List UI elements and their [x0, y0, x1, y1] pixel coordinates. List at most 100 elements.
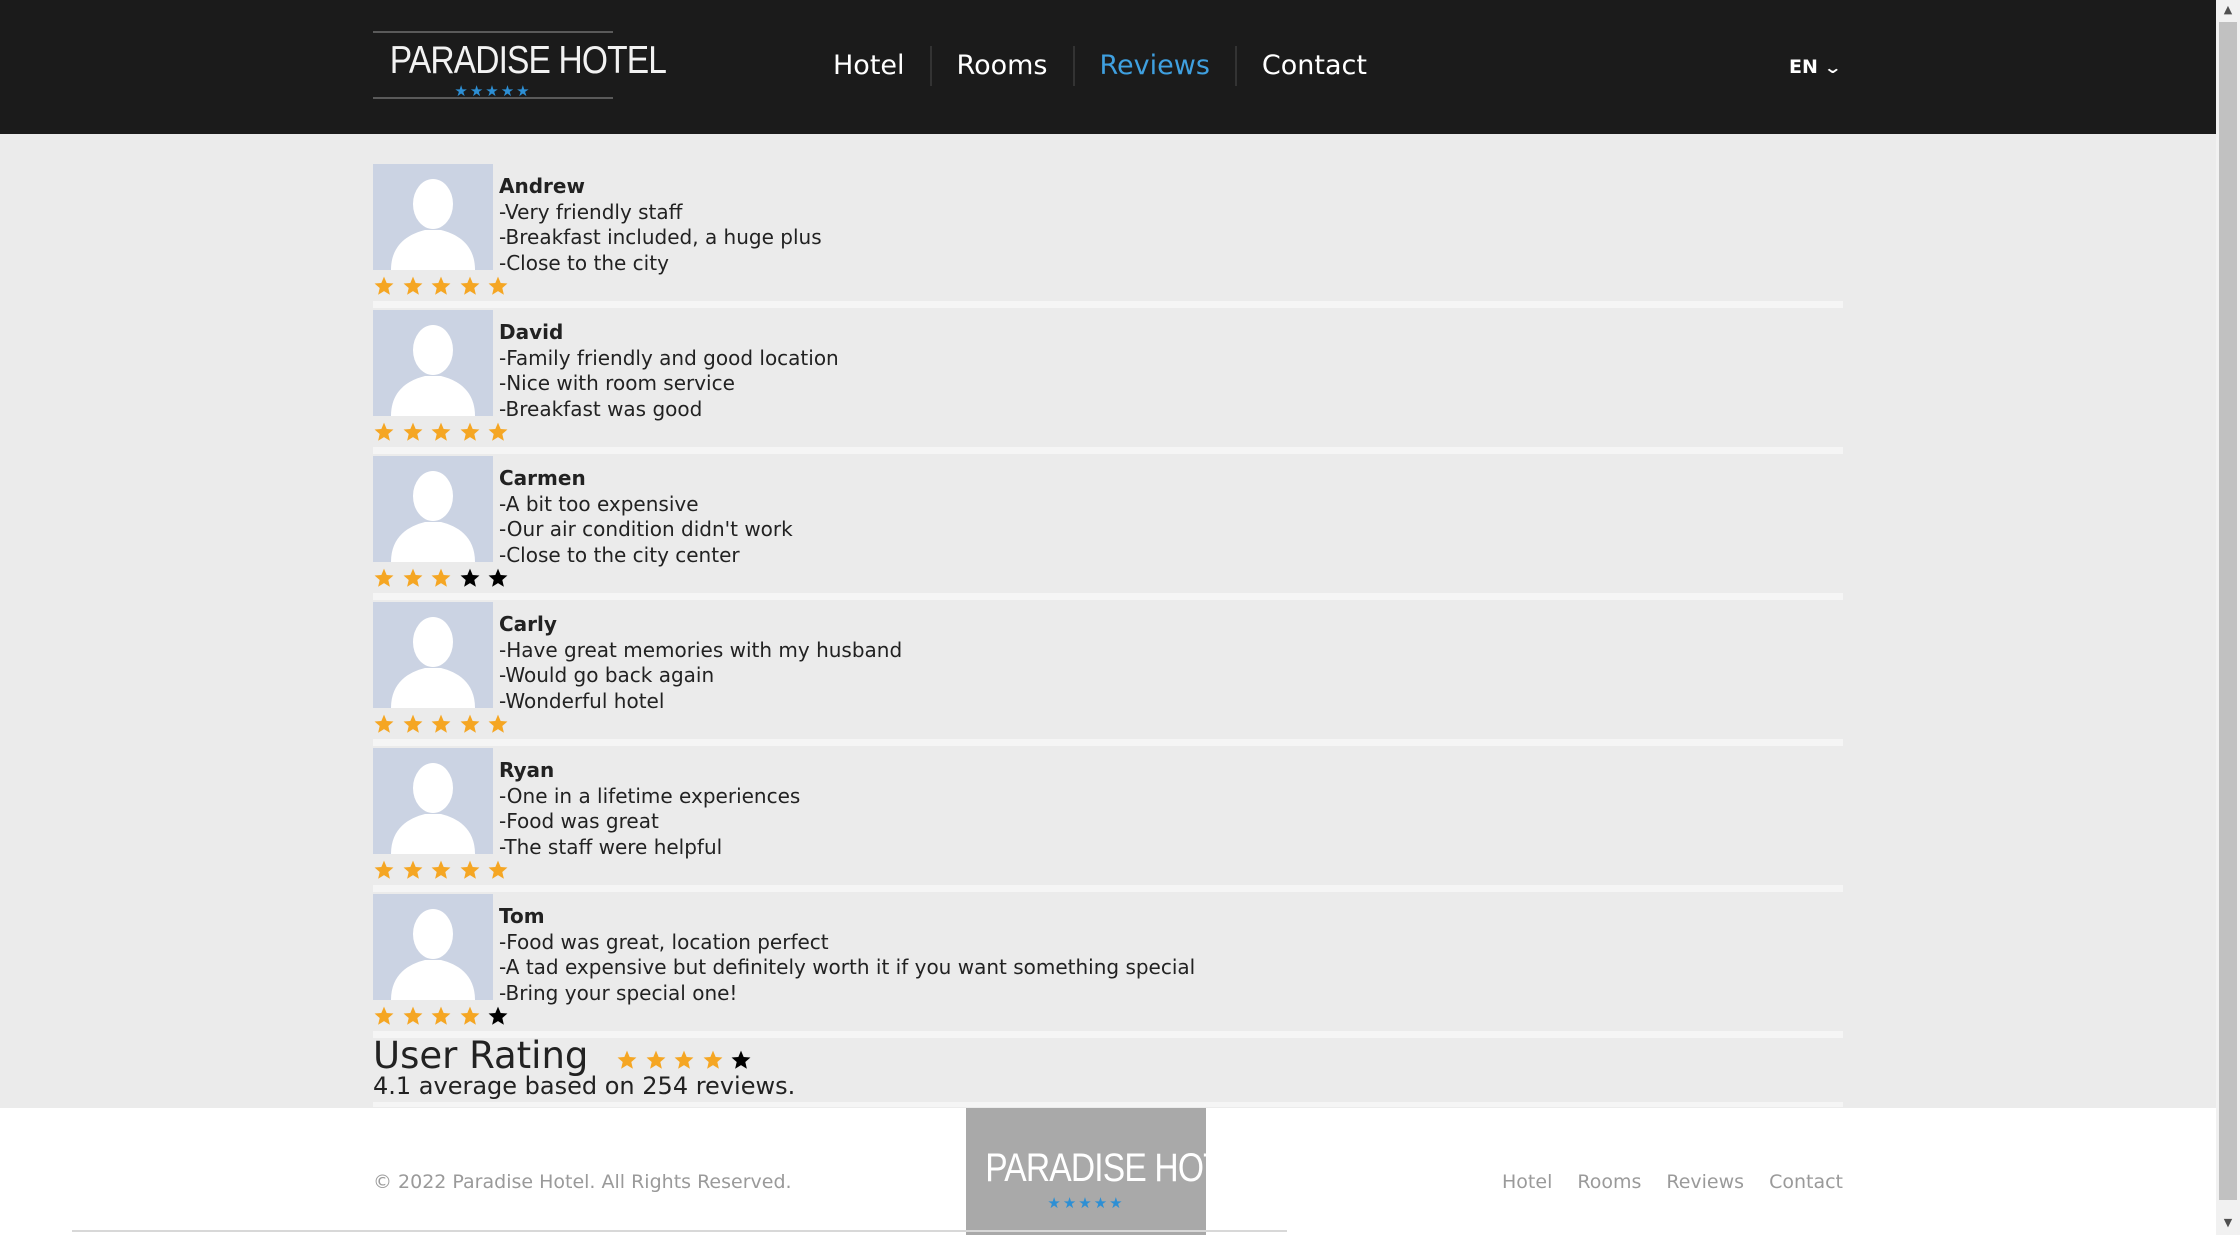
star-filled-icon: [673, 1048, 702, 1072]
star-filled-icon: [645, 1048, 674, 1072]
review-item: Carmen -A bit too expensive -Our air con…: [373, 456, 1843, 602]
review-divider: [373, 885, 1843, 892]
reviews-list: Andrew -Very friendly staff -Breakfast i…: [373, 164, 1843, 1040]
review-author: Ryan: [499, 758, 555, 782]
review-rating: [373, 420, 516, 444]
avatar: [373, 748, 493, 854]
star-filled-icon: [430, 274, 459, 298]
star-filled-icon: [402, 1004, 431, 1028]
review-line: -Our air condition didn't work: [499, 517, 793, 541]
main-nav: Hotel Rooms Reviews Contact: [808, 46, 1392, 86]
logo-bottom-line: [373, 97, 613, 99]
review-line: -Close to the city center: [499, 542, 740, 567]
star-filled-icon: [459, 858, 488, 882]
scroll-down-arrow-icon[interactable]: ▼: [2216, 1213, 2240, 1233]
footer-logo-text: PARADISE HOTEL: [985, 1146, 1263, 1190]
chevron-down-icon: ⌄: [1823, 57, 1842, 77]
logo[interactable]: PARADISE HOTEL ★★★★★: [373, 31, 667, 100]
star-filled-icon: [487, 274, 516, 298]
horizontal-scrollbar-track: [72, 1230, 1287, 1232]
avatar: [373, 456, 493, 562]
review-item: Ryan -One in a lifetime experiences -Foo…: [373, 748, 1843, 894]
scroll-up-arrow-icon[interactable]: ▲: [2216, 0, 2240, 20]
footer-logo-stars: ★★★★★: [1047, 1194, 1125, 1212]
nav-rooms[interactable]: Rooms: [929, 46, 1073, 86]
review-divider: [373, 447, 1843, 454]
language-selector[interactable]: EN ⌄: [1789, 56, 1842, 78]
review-text: Andrew -Very friendly staff -Breakfast i…: [499, 174, 822, 276]
star-filled-icon: [487, 712, 516, 736]
star-empty-icon: [730, 1048, 759, 1072]
star-filled-icon: [430, 566, 459, 590]
avatar: [373, 164, 493, 270]
star-filled-icon: [373, 712, 402, 736]
review-author: Carly: [499, 612, 557, 636]
review-text: David -Family friendly and good location…: [499, 320, 839, 422]
review-line: -Wonderful hotel: [499, 688, 665, 713]
star-filled-icon: [402, 712, 431, 736]
site-header: PARADISE HOTEL ★★★★★ Hotel Rooms Reviews…: [0, 0, 2216, 134]
footer-nav-reviews[interactable]: Reviews: [1666, 1171, 1744, 1193]
footer-nav-rooms[interactable]: Rooms: [1577, 1171, 1641, 1193]
review-divider: [373, 301, 1843, 308]
star-filled-icon: [616, 1048, 645, 1072]
footer-nav-hotel[interactable]: Hotel: [1502, 1171, 1552, 1193]
nav-contact[interactable]: Contact: [1234, 46, 1392, 86]
review-rating: [373, 858, 516, 882]
site-footer: © 2022 Paradise Hotel. All Rights Reserv…: [0, 1108, 2216, 1235]
review-rating: [373, 712, 516, 736]
summary-divider: [373, 1102, 1843, 1107]
star-filled-icon: [459, 420, 488, 444]
logo-top-line: [373, 31, 613, 33]
summary-rating: [616, 1048, 759, 1072]
star-filled-icon: [402, 274, 431, 298]
review-text: Tom -Food was great, location perfect -A…: [499, 904, 1195, 1006]
scrollbar-thumb[interactable]: [2219, 22, 2237, 1200]
review-line: -Have great memories with my husband: [499, 637, 903, 662]
star-filled-icon: [373, 566, 402, 590]
review-line: -Bring your special one!: [499, 980, 738, 1005]
star-filled-icon: [459, 712, 488, 736]
star-filled-icon: [402, 566, 431, 590]
star-filled-icon: [459, 274, 488, 298]
user-rating-summary: User Rating 4.1 average based on 254 rev…: [373, 1034, 1843, 1107]
review-divider: [373, 739, 1843, 746]
nav-hotel[interactable]: Hotel: [808, 46, 930, 86]
review-author: Tom: [499, 904, 545, 928]
star-empty-icon: [487, 1004, 516, 1028]
star-filled-icon: [373, 274, 402, 298]
star-filled-icon: [702, 1048, 731, 1072]
avatar: [373, 310, 493, 416]
star-filled-icon: [459, 1004, 488, 1028]
summary-text: 4.1 average based on 254 reviews.: [373, 1072, 796, 1100]
review-author: Carmen: [499, 466, 586, 490]
review-line: -Food was great, location perfect: [499, 929, 829, 954]
nav-reviews[interactable]: Reviews: [1072, 46, 1235, 86]
star-filled-icon: [430, 712, 459, 736]
star-filled-icon: [487, 858, 516, 882]
star-filled-icon: [430, 858, 459, 882]
vertical-scrollbar[interactable]: ▲ ▼: [2216, 0, 2240, 1235]
review-item: Tom -Food was great, location perfect -A…: [373, 894, 1843, 1040]
review-line: -Breakfast included, a huge plus: [499, 225, 822, 249]
footer-nav: Hotel Rooms Reviews Contact: [1477, 1171, 1843, 1193]
footer-nav-contact[interactable]: Contact: [1769, 1171, 1843, 1193]
star-filled-icon: [402, 858, 431, 882]
review-line: -Close to the city: [499, 250, 669, 275]
review-item: Carly -Have great memories with my husba…: [373, 602, 1843, 748]
review-line: -Food was great: [499, 809, 659, 833]
review-line: -Family friendly and good location: [499, 345, 839, 370]
review-line: -Very friendly staff: [499, 199, 683, 224]
review-line: -The staff were helpful: [499, 834, 723, 859]
review-author: Andrew: [499, 174, 585, 198]
star-filled-icon: [430, 1004, 459, 1028]
avatar: [373, 602, 493, 708]
review-line: -One in a lifetime experiences: [499, 783, 801, 808]
review-line: -A bit too expensive: [499, 491, 699, 516]
star-empty-icon: [459, 566, 488, 590]
review-rating: [373, 566, 516, 590]
review-author: David: [499, 320, 564, 344]
footer-logo[interactable]: PARADISE HOTEL ★★★★★: [966, 1108, 1263, 1235]
copyright: © 2022 Paradise Hotel. All Rights Reserv…: [373, 1171, 792, 1193]
star-filled-icon: [487, 420, 516, 444]
